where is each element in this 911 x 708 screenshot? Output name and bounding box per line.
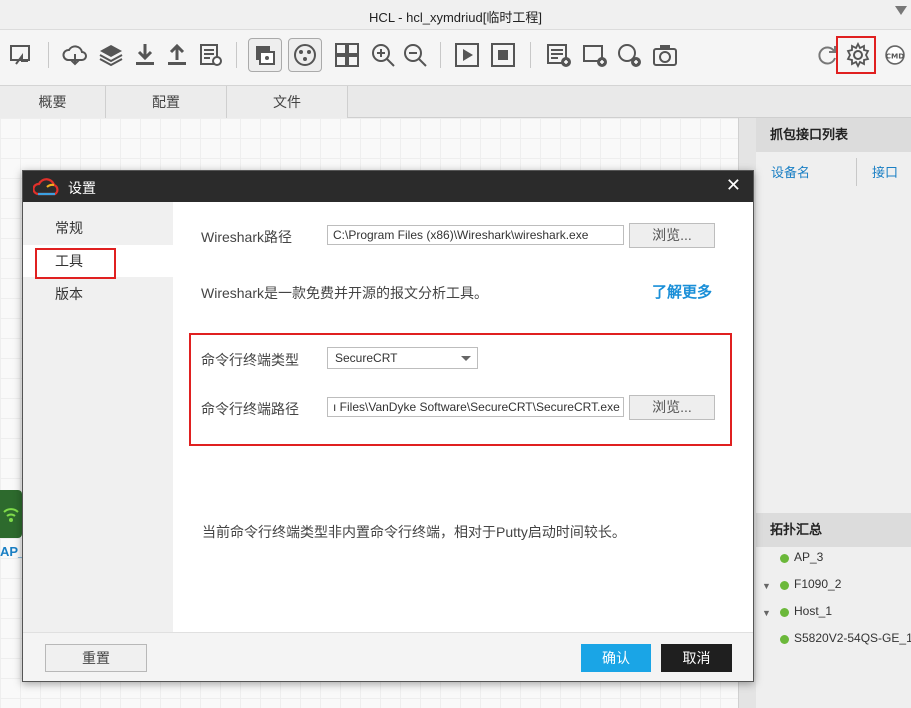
- cmd-icon[interactable]: CMD: [879, 40, 911, 70]
- reset-button[interactable]: 重置: [45, 644, 147, 672]
- main-toolbar: CMD: [0, 30, 911, 86]
- cmd-label: CMD: [886, 51, 905, 60]
- col-interface[interactable]: 接口: [872, 162, 898, 181]
- capture-list-header: 设备名 接口: [756, 152, 911, 190]
- add-rect-icon[interactable]: [580, 40, 610, 70]
- expand-arrow-icon[interactable]: ▼: [762, 608, 771, 618]
- tools-highlight-box: [35, 248, 116, 279]
- dialog-footer: 重置 确认 取消: [23, 632, 753, 681]
- zoom-out-icon[interactable]: [400, 40, 430, 70]
- topology-item-label: Host_1: [794, 604, 833, 618]
- tab-config[interactable]: 配置: [106, 86, 227, 118]
- toolbar-separator: [236, 42, 237, 68]
- expand-arrow-icon[interactable]: ▼: [762, 581, 771, 591]
- upload-icon[interactable]: [162, 40, 192, 70]
- wireshark-info-text: Wireshark是一款免费并开源的报文分析工具。: [201, 285, 489, 301]
- screenshot-view-icon[interactable]: [248, 38, 282, 72]
- window-titlebar: HCL - hcl_xymdriud[临时工程]: [0, 0, 911, 30]
- add-text-icon[interactable]: [544, 40, 574, 70]
- toolbar-separator: [440, 42, 441, 68]
- add-ellipse-icon[interactable]: [614, 40, 644, 70]
- nav-item-general[interactable]: 常规: [23, 212, 173, 244]
- report-icon[interactable]: [196, 40, 226, 70]
- status-dot-icon: [780, 581, 789, 590]
- tab-overview[interactable]: 概要: [0, 86, 106, 118]
- capture-list-title: 抓包接口列表: [756, 118, 911, 152]
- ap-device-icon[interactable]: [0, 490, 22, 538]
- wireshark-path-label: Wireshark路径: [201, 229, 293, 245]
- learn-more-link[interactable]: 了解更多: [652, 281, 712, 302]
- cancel-button[interactable]: 取消: [661, 644, 732, 672]
- terminal-highlight-box: [189, 333, 732, 446]
- grid-icon[interactable]: [332, 40, 362, 70]
- cloud-download-icon[interactable]: [60, 40, 90, 70]
- download-icon[interactable]: [130, 40, 160, 70]
- terminal-note-text: 当前命令行终端类型非内置命令行终端，相对于Putty启动时间较长。: [202, 524, 626, 540]
- gear-highlight-box: [836, 36, 876, 74]
- cloud-logo-icon: [33, 178, 59, 196]
- dialog-titlebar: 设置 ✕: [23, 171, 753, 202]
- camera-icon[interactable]: [650, 40, 680, 70]
- nav-item-version[interactable]: 版本: [23, 278, 173, 310]
- toolbar-separator: [48, 42, 49, 68]
- stop-icon[interactable]: [488, 40, 518, 70]
- layers-icon[interactable]: [96, 40, 126, 70]
- topology-view-icon[interactable]: [288, 38, 322, 72]
- right-panel: 抓包接口列表 设备名 接口 拓扑汇总 AP_3 ▼ F1090_2 ▼ Host…: [756, 118, 911, 708]
- col-device[interactable]: 设备名: [771, 162, 810, 181]
- topology-item-label: F1090_2: [794, 577, 842, 591]
- play-icon[interactable]: [452, 40, 482, 70]
- close-icon[interactable]: ✕: [726, 175, 741, 196]
- toolbar-separator: [530, 42, 531, 68]
- collapse-triangle-icon[interactable]: [895, 6, 907, 15]
- wireshark-path-field[interactable]: C:\Program Files (x86)\Wireshark\wiresha…: [327, 225, 624, 245]
- zoom-in-icon[interactable]: [368, 40, 398, 70]
- import-icon[interactable]: [6, 40, 36, 70]
- tab-files[interactable]: 文件: [227, 86, 348, 118]
- confirm-button[interactable]: 确认: [581, 644, 651, 672]
- status-dot-icon: [780, 608, 789, 617]
- topology-item-label: AP_3: [794, 550, 824, 564]
- window-title: HCL - hcl_xymdriud[临时工程]: [369, 10, 542, 25]
- wireshark-browse-button[interactable]: 浏览...: [629, 223, 715, 248]
- topology-summary-title: 拓扑汇总: [756, 513, 911, 547]
- topology-item-label: S5820V2-54QS-GE_1: [794, 631, 911, 645]
- tab-bar: 概要 配置 文件: [0, 86, 911, 118]
- settings-dialog: 设置 ✕ 常规 工具 版本 Wireshark路径 C:\Program Fil…: [22, 170, 754, 682]
- dialog-title: 设置: [68, 180, 96, 196]
- column-divider: [856, 158, 857, 186]
- status-dot-icon: [780, 554, 789, 563]
- status-dot-icon: [780, 635, 789, 644]
